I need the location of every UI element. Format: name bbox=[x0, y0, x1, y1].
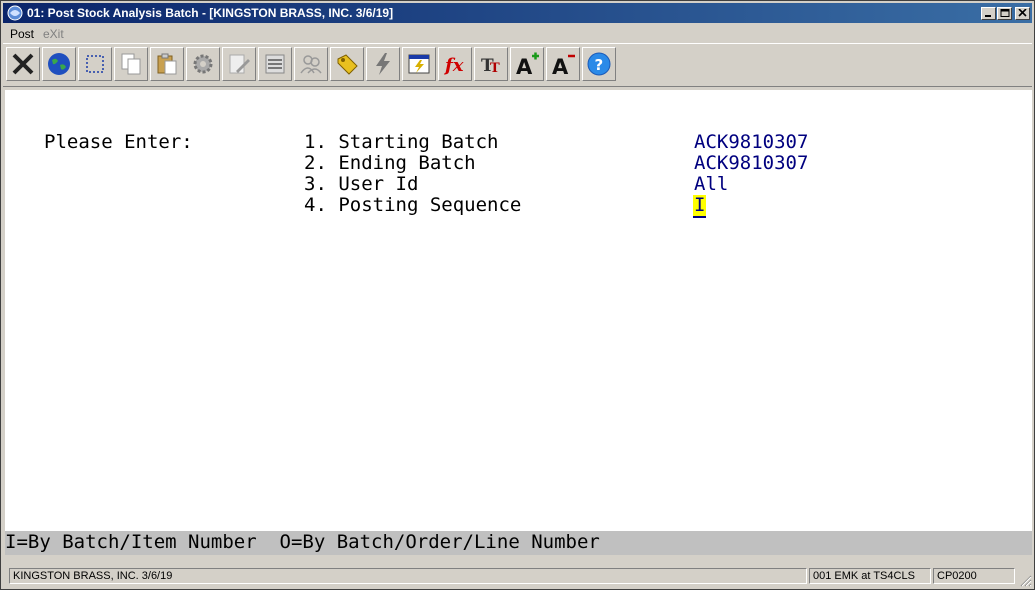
maximize-icon bbox=[1000, 9, 1010, 17]
paste-icon bbox=[157, 53, 177, 75]
svg-text:A: A bbox=[552, 55, 569, 77]
minimize-button[interactable] bbox=[981, 7, 996, 20]
app-icon bbox=[7, 5, 23, 21]
menu-exit[interactable]: eXit bbox=[43, 27, 64, 41]
field-value-ending-batch[interactable]: ACK9810307 bbox=[694, 153, 808, 174]
field-label-posting-sequence: 4. Posting Sequence bbox=[304, 194, 522, 216]
globe-icon bbox=[48, 53, 70, 75]
settings-icon bbox=[193, 54, 213, 74]
calculator-icon bbox=[408, 54, 430, 74]
close-x-icon bbox=[1018, 9, 1027, 17]
select-button[interactable] bbox=[78, 47, 112, 81]
close-window-button[interactable] bbox=[1015, 7, 1030, 20]
hint-bar: I=By Batch/Item Number O=By Batch/Order/… bbox=[5, 531, 1032, 555]
select-icon bbox=[86, 55, 104, 73]
font-decrease-button[interactable]: A bbox=[546, 47, 580, 81]
svg-text:?: ? bbox=[595, 56, 604, 74]
terminal-screen: Please Enter: 1. Starting Batch ACK98103… bbox=[5, 90, 1032, 531]
window-title: 01: Post Stock Analysis Batch - [KINGSTO… bbox=[27, 6, 394, 20]
field-label-starting-batch: 1. Starting Batch bbox=[304, 131, 499, 153]
minimize-icon bbox=[985, 15, 991, 17]
function-icon: fx bbox=[443, 55, 464, 76]
close-icon bbox=[12, 53, 34, 75]
tag-button[interactable] bbox=[330, 47, 364, 81]
status-program: CP0200 bbox=[933, 568, 1015, 584]
menu-post[interactable]: Post bbox=[10, 27, 34, 41]
status-bar: KINGSTON BRASS, INC. 3/6/19 001 EMK at T… bbox=[5, 567, 1032, 587]
font-increase-button[interactable]: A bbox=[510, 47, 544, 81]
close-button[interactable] bbox=[6, 47, 40, 81]
font-increase-icon: A bbox=[516, 52, 539, 77]
edit-icon bbox=[229, 54, 250, 74]
lightning-icon bbox=[376, 53, 390, 75]
font-decrease-icon: A bbox=[552, 54, 575, 77]
field-label-user-id: 3. User Id bbox=[304, 173, 419, 195]
edit-button[interactable] bbox=[222, 47, 256, 81]
list-icon bbox=[265, 54, 285, 74]
svg-text:A: A bbox=[516, 55, 533, 77]
status-company: KINGSTON BRASS, INC. 3/6/19 bbox=[9, 568, 807, 584]
svg-text:fx: fx bbox=[443, 55, 464, 76]
lightning-button[interactable] bbox=[366, 47, 400, 81]
menu-bar: Post eXit bbox=[3, 25, 1032, 43]
maximize-button[interactable] bbox=[997, 7, 1012, 20]
users-icon bbox=[300, 55, 322, 74]
function-button[interactable]: fx bbox=[438, 47, 472, 81]
settings-button[interactable] bbox=[186, 47, 220, 81]
resize-grip-icon[interactable] bbox=[1018, 573, 1032, 587]
page-prompt: Please Enter: bbox=[44, 131, 193, 153]
users-button[interactable] bbox=[294, 47, 328, 81]
list-button[interactable] bbox=[258, 47, 292, 81]
status-session: 001 EMK at TS4CLS bbox=[809, 568, 931, 584]
font-size-icon: TT bbox=[481, 56, 500, 76]
copy-button[interactable] bbox=[114, 47, 148, 81]
field-value-starting-batch[interactable]: ACK9810307 bbox=[694, 132, 808, 153]
help-button[interactable]: ? bbox=[582, 47, 616, 81]
hint-text: I=By Batch/Item Number O=By Batch/Order/… bbox=[5, 531, 600, 553]
calculator-button[interactable] bbox=[402, 47, 436, 81]
toolbar: fx TT A A ? bbox=[3, 43, 1032, 87]
title-bar[interactable]: 01: Post Stock Analysis Batch - [KINGSTO… bbox=[3, 3, 1032, 23]
help-icon: ? bbox=[587, 52, 611, 76]
field-value-user-id[interactable]: All bbox=[694, 174, 728, 195]
paste-button[interactable] bbox=[150, 47, 184, 81]
globe-button[interactable] bbox=[42, 47, 76, 81]
copy-icon bbox=[121, 53, 141, 75]
field-label-ending-batch: 2. Ending Batch bbox=[304, 152, 476, 174]
tag-icon bbox=[337, 54, 358, 75]
font-size-button[interactable]: TT bbox=[474, 47, 508, 81]
app-window: 01: Post Stock Analysis Batch - [KINGSTO… bbox=[0, 0, 1035, 590]
svg-text:T: T bbox=[490, 61, 500, 76]
posting-sequence-input[interactable]: I bbox=[693, 195, 707, 218]
